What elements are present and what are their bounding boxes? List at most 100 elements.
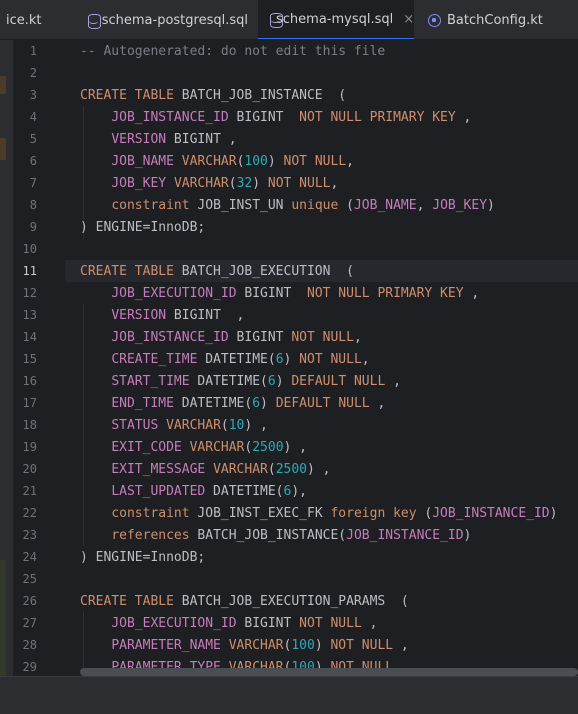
code-editor[interactable]: -- Autogenerated: do not edit this file C… xyxy=(65,40,578,676)
code-token: BATCH_JOB_EXECUTION ( xyxy=(181,264,354,279)
code-line[interactable]: JOB_EXECUTION_ID BIGINT NOT NULL , xyxy=(80,613,377,635)
code-line[interactable]: VERSION BIGINT , xyxy=(80,305,244,327)
code-token: VARCHAR xyxy=(189,440,245,455)
code-token: ) ENGINE=InnoDB; xyxy=(80,220,206,235)
database-icon xyxy=(88,13,101,29)
change-marker xyxy=(0,560,6,676)
line-number: 29 xyxy=(22,660,37,674)
tab-schema-postgresql[interactable]: schema-postgresql.sql xyxy=(88,0,248,39)
line-number: 1 xyxy=(29,44,37,58)
code-line[interactable]: VERSION BIGINT , xyxy=(80,129,236,151)
code-token: ) , xyxy=(307,462,331,477)
code-token: ) xyxy=(252,176,268,191)
code-token: JOB_INSTANCE_ID xyxy=(111,330,229,345)
code-line[interactable]: EXIT_CODE VARCHAR(2500) , xyxy=(80,437,307,459)
tab-service-kt[interactable]: ice.kt xyxy=(6,0,72,39)
status-bar xyxy=(0,676,578,714)
editor-tab-bar: ice.kt schema-postgresql.sql schema-mysq… xyxy=(0,0,578,40)
code-token: NOT NULL xyxy=(299,616,362,631)
line-number: 5 xyxy=(29,132,37,146)
code-token: NOT NULL PRIMARY KEY xyxy=(307,286,464,301)
code-token: , xyxy=(361,352,370,367)
code-token: DEFAULT NULL xyxy=(291,374,386,389)
code-line[interactable]: CREATE TABLE BATCH_JOB_INSTANCE ( xyxy=(80,85,346,107)
code-line[interactable]: LAST_UPDATED DATETIME(6), xyxy=(80,481,307,503)
code-token: ( xyxy=(220,418,229,433)
code-token: STATUS xyxy=(111,418,159,433)
code-line[interactable]: START_TIME DATETIME(6) DEFAULT NULL , xyxy=(80,371,401,393)
code-line[interactable]: EXIT_MESSAGE VARCHAR(2500) , xyxy=(80,459,330,481)
line-number: 25 xyxy=(22,572,37,586)
code-token: unique xyxy=(291,198,339,213)
line-number: 18 xyxy=(22,418,37,432)
code-line[interactable]: constraint JOB_INST_EXEC_FK foreign key … xyxy=(80,503,557,525)
code-token: VARCHAR xyxy=(181,154,237,169)
line-number: 23 xyxy=(22,528,37,542)
code-token: , xyxy=(330,176,339,191)
code-line[interactable]: JOB_KEY VARCHAR(32) NOT NULL, xyxy=(80,173,338,195)
code-token: VERSION xyxy=(111,132,167,147)
code-token: , xyxy=(369,396,386,411)
code-token: foreign key xyxy=(330,506,417,521)
code-token: BATCH_JOB_EXECUTION_PARAMS ( xyxy=(181,594,409,609)
code-token: START_TIME xyxy=(111,374,190,389)
code-line[interactable]: CREATE TABLE BATCH_JOB_EXECUTION_PARAMS … xyxy=(80,591,409,613)
code-line[interactable]: JOB_NAME VARCHAR(100) NOT NULL, xyxy=(80,151,354,173)
code-token: JOB_NAME xyxy=(353,198,417,213)
code-token: ( xyxy=(267,462,276,477)
code-line[interactable]: ) ENGINE=InnoDB; xyxy=(80,217,205,239)
code-line[interactable]: -- Autogenerated: do not edit this file xyxy=(80,41,385,63)
code-token: , xyxy=(361,616,378,631)
code-token: BATCH_JOB_INSTANCE ( xyxy=(181,88,347,103)
code-line[interactable]: constraint JOB_INST_UN unique (JOB_NAME,… xyxy=(80,195,495,217)
code-token: CREATE TABLE xyxy=(80,264,182,279)
code-token: EXIT_MESSAGE xyxy=(111,462,206,477)
code-line[interactable]: END_TIME DATETIME(6) DEFAULT NULL , xyxy=(80,393,385,415)
code-token: BIGINT xyxy=(228,330,292,345)
tab-batchconfig-kt[interactable]: BatchConfig.kt xyxy=(428,0,578,39)
code-token: VARCHAR xyxy=(213,462,268,477)
code-token: ) xyxy=(314,638,331,653)
code-token: constraint xyxy=(111,506,190,521)
code-token: constraint xyxy=(111,198,190,213)
line-number: 3 xyxy=(29,88,37,102)
code-token: 6 xyxy=(275,352,284,367)
code-line[interactable]: JOB_INSTANCE_ID BIGINT NOT NULL PRIMARY … xyxy=(80,107,471,129)
code-token: -- Autogenerated: do not edit this file xyxy=(80,44,386,59)
code-token: CREATE TABLE xyxy=(80,594,182,609)
code-line[interactable]: references BATCH_JOB_INSTANCE(JOB_INSTAN… xyxy=(80,525,471,547)
code-token: NOT NULL xyxy=(299,352,362,367)
close-tab-icon[interactable]: × xyxy=(403,12,414,27)
code-token: ) xyxy=(283,352,300,367)
code-line[interactable]: PARAMETER_NAME VARCHAR(100) NOT NULL , xyxy=(80,635,409,657)
code-line[interactable]: CREATE_TIME DATETIME(6) NOT NULL, xyxy=(80,349,370,371)
code-token: BIGINT xyxy=(228,110,300,125)
code-token: ) xyxy=(267,154,284,169)
code-token: , xyxy=(463,286,480,301)
line-number: 21 xyxy=(22,484,37,498)
code-token: , xyxy=(455,110,472,125)
code-line[interactable]: JOB_EXECUTION_ID BIGINT NOT NULL PRIMARY… xyxy=(80,283,479,305)
code-token: VARCHAR xyxy=(173,176,229,191)
tab-schema-mysql[interactable]: schema-mysql.sql × xyxy=(258,0,414,39)
horizontal-scrollbar[interactable] xyxy=(80,668,578,676)
code-token: VARCHAR xyxy=(228,638,284,653)
code-line[interactable]: STATUS VARCHAR(10) , xyxy=(80,415,268,437)
code-line[interactable]: JOB_INSTANCE_ID BIGINT NOT NULL, xyxy=(80,327,362,349)
change-marker xyxy=(0,76,6,94)
code-token: , xyxy=(353,330,362,345)
code-token: BIGINT , xyxy=(166,308,245,323)
code-line[interactable]: CREATE TABLE BATCH_JOB_EXECUTION ( xyxy=(80,261,354,283)
code-line[interactable]: ) ENGINE=InnoDB; xyxy=(80,547,205,569)
code-token: BATCH_JOB_INSTANCE( xyxy=(189,528,347,543)
code-token: , xyxy=(393,638,409,653)
